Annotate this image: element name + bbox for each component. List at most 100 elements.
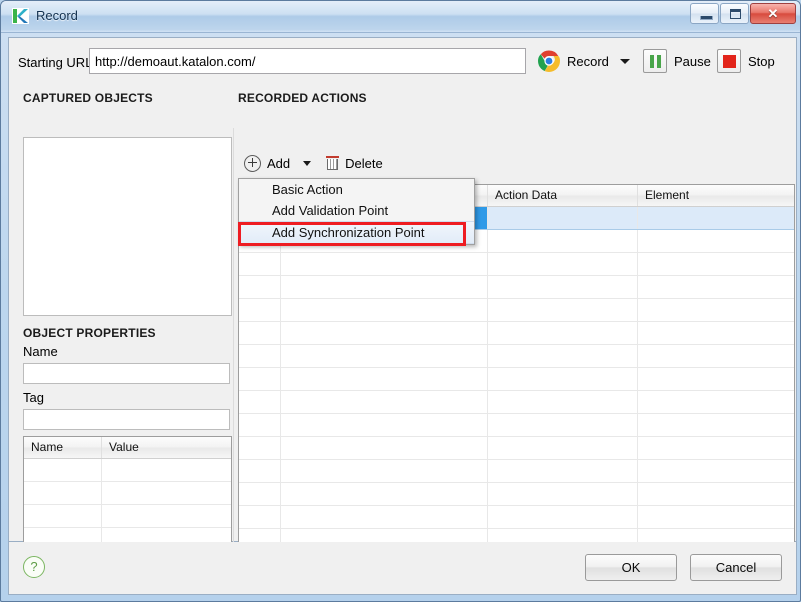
recorded-actions-heading: RECORDED ACTIONS	[238, 91, 367, 105]
column-header-element: Element	[645, 188, 690, 202]
menu-item-add-validation-point[interactable]: Add Validation Point	[239, 200, 474, 221]
table-row[interactable]	[239, 414, 794, 437]
cell-element	[488, 207, 638, 229]
cell-element	[488, 460, 638, 482]
column-header-action-data: Action Data	[488, 185, 638, 206]
ok-button[interactable]: OK	[585, 554, 677, 581]
cell-extra	[638, 322, 792, 344]
close-button[interactable]: ✕	[750, 3, 796, 24]
menu-item-add-synchronization-point[interactable]: Add Synchronization Point	[239, 221, 474, 244]
cell-extra	[638, 276, 792, 298]
cell-name	[24, 505, 102, 527]
cell-element	[488, 368, 638, 390]
column-header-value: Value	[109, 440, 139, 454]
cell-extra	[638, 368, 792, 390]
cell-blank1	[239, 483, 281, 505]
delete-button-label[interactable]: Delete	[345, 156, 383, 171]
maximize-button[interactable]	[720, 3, 749, 24]
object-tag-input[interactable]	[23, 409, 230, 430]
object-name-input[interactable]	[23, 363, 230, 384]
title-bar: Record ✕	[1, 1, 800, 33]
cell-action-data	[281, 322, 488, 344]
table-header-row: Name Value	[24, 437, 231, 459]
object-properties-heading: OBJECT PROPERTIES	[23, 326, 156, 340]
close-icon: ✕	[767, 6, 779, 21]
record-button[interactable]: Record	[538, 48, 630, 74]
cell-action-data	[281, 460, 488, 482]
pause-button[interactable]: Pause	[643, 48, 711, 74]
cell-action-data	[281, 483, 488, 505]
cell-action-data	[281, 391, 488, 413]
table-row[interactable]	[239, 253, 794, 276]
table-row[interactable]	[239, 322, 794, 345]
table-row[interactable]	[239, 276, 794, 299]
cell-blank1	[239, 368, 281, 390]
cell-blank1	[239, 299, 281, 321]
cell-name	[24, 459, 102, 481]
chevron-down-icon[interactable]	[303, 160, 312, 166]
cell-value	[102, 459, 230, 481]
starting-url-input[interactable]	[89, 48, 526, 74]
stop-button-label: Stop	[748, 53, 775, 69]
dialog-footer: ? OK Cancel	[8, 542, 797, 595]
cell-blank1	[239, 506, 281, 528]
plus-circle-icon	[244, 154, 261, 172]
table-row[interactable]	[239, 368, 794, 391]
help-icon[interactable]: ?	[23, 556, 45, 578]
cell-value	[102, 505, 230, 527]
table-row[interactable]	[239, 460, 794, 483]
cell-value	[102, 482, 230, 504]
cancel-button[interactable]: Cancel	[690, 554, 782, 581]
cell-element	[488, 299, 638, 321]
cell-action-data	[281, 414, 488, 436]
chevron-down-icon[interactable]	[619, 58, 630, 64]
table-row[interactable]	[24, 482, 231, 505]
cell-element	[488, 276, 638, 298]
cell-action-data	[281, 345, 488, 367]
maximize-icon	[730, 9, 741, 19]
table-row[interactable]	[239, 299, 794, 322]
cell-action-data	[281, 437, 488, 459]
captured-objects-heading: CAPTURED OBJECTS	[23, 91, 153, 105]
table-row[interactable]	[239, 506, 794, 529]
column-header-name: Name	[24, 437, 102, 458]
table-row[interactable]	[239, 391, 794, 414]
katalon-logo-icon	[11, 6, 31, 26]
table-row[interactable]	[24, 505, 231, 528]
cell-action-data	[281, 299, 488, 321]
captured-objects-tree[interactable]	[23, 137, 232, 316]
table-row[interactable]	[239, 483, 794, 506]
cell-blank1	[239, 253, 281, 275]
record-button-label: Record	[567, 53, 609, 69]
add-button-label[interactable]: Add	[267, 156, 290, 171]
add-dropdown-menu[interactable]: Basic Action Add Validation Point Add Sy…	[238, 178, 475, 245]
minimize-icon	[700, 16, 713, 20]
cell-blank1	[239, 414, 281, 436]
cell-extra	[638, 483, 792, 505]
cell-extra	[638, 460, 792, 482]
cell-extra	[638, 299, 792, 321]
cell-element	[488, 253, 638, 275]
trash-icon	[326, 156, 340, 170]
cell-extra	[638, 414, 792, 436]
cell-action-data	[281, 276, 488, 298]
cell-blank1	[239, 276, 281, 298]
table-row[interactable]	[239, 345, 794, 368]
window-title: Record	[36, 8, 78, 23]
panel-divider	[233, 128, 234, 568]
chrome-icon	[538, 50, 560, 72]
cell-element	[488, 483, 638, 505]
cell-extra	[638, 437, 792, 459]
cell-element	[488, 414, 638, 436]
stop-button[interactable]: Stop	[717, 48, 775, 74]
cell-blank1	[239, 345, 281, 367]
table-row[interactable]	[24, 459, 231, 482]
menu-item-basic-action[interactable]: Basic Action	[239, 179, 474, 200]
cell-name	[24, 482, 102, 504]
cell-element	[488, 230, 638, 252]
table-row[interactable]	[239, 437, 794, 460]
cell-action-data	[281, 368, 488, 390]
starting-url-label: Starting URL	[18, 55, 93, 70]
minimize-button[interactable]	[690, 3, 719, 24]
cell-element	[488, 437, 638, 459]
